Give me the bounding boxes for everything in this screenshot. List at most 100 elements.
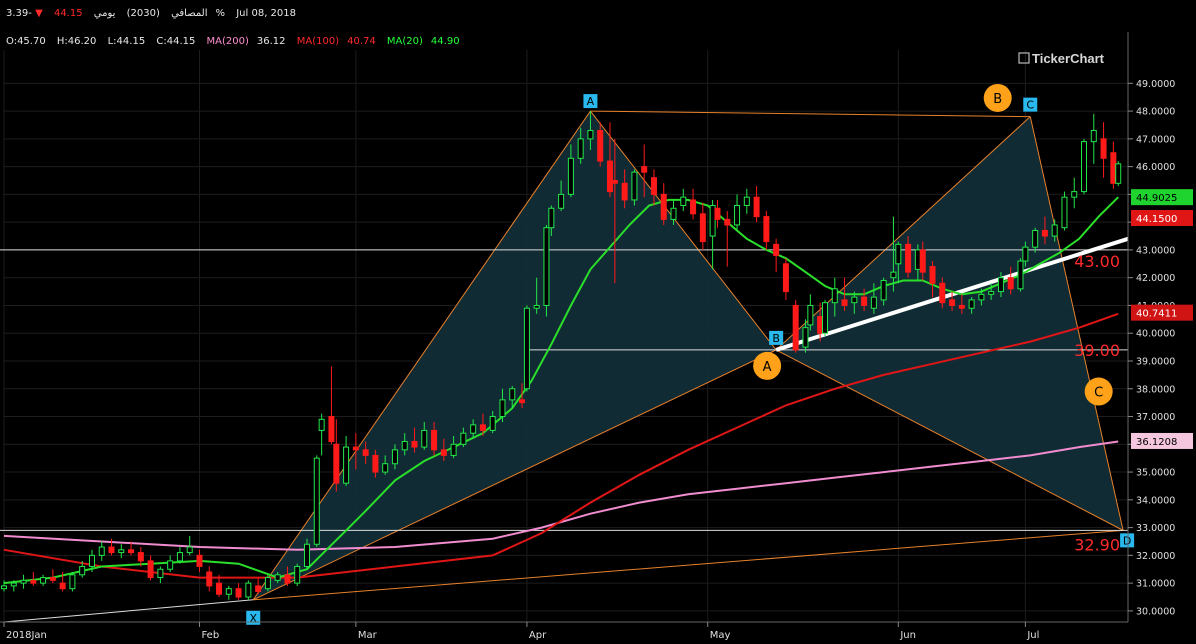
candle-down <box>333 443 340 484</box>
candle-up <box>807 304 814 326</box>
candle-down <box>919 249 926 273</box>
candle-up <box>1081 141 1088 193</box>
candle-up <box>851 296 858 304</box>
candle-down <box>196 554 203 567</box>
ma100-value: 40.74 <box>347 36 376 47</box>
period-label: يومي <box>93 8 116 19</box>
stock-name: المصافي <box>171 8 208 19</box>
ma200-line <box>3 440 1119 551</box>
ma100-label: MA(100) <box>296 36 340 47</box>
candle-up <box>577 138 584 159</box>
candle-up <box>421 429 428 448</box>
candle-up <box>743 196 750 206</box>
candle-down <box>773 243 780 256</box>
candle-down <box>724 218 731 226</box>
x-tick-label: Apr <box>529 630 547 641</box>
candle-down <box>49 577 56 581</box>
candle-down <box>641 166 648 173</box>
candle-down <box>372 454 379 473</box>
abc-label-a: A <box>763 360 772 375</box>
candle-up <box>1051 224 1058 237</box>
candle-up <box>802 327 809 348</box>
target-label: 39.00 <box>1074 341 1120 360</box>
y-tick-label: 37.0000 <box>1136 412 1175 423</box>
high-value: H:46.20 <box>56 36 97 47</box>
candle-up <box>895 243 902 265</box>
candle-up <box>294 565 301 584</box>
down-arrow-icon: ▼ <box>35 8 43 19</box>
candle-up <box>587 130 594 140</box>
candle-down <box>939 282 946 304</box>
candle-up <box>470 424 477 434</box>
y-tick-label: 48.0000 <box>1136 107 1175 118</box>
candle-up <box>567 157 574 195</box>
y-tick-label: 34.0000 <box>1136 495 1175 506</box>
quote-date: Jul 08, 2018 <box>236 8 296 19</box>
candle-up <box>890 271 897 279</box>
candle-down <box>660 193 667 220</box>
candle-down <box>699 213 706 243</box>
candle-up <box>20 579 27 584</box>
candle-down <box>284 574 291 584</box>
stock-code: (2030) <box>126 8 160 19</box>
quote-header: المصافي (2030) يومي 44.15 ▼ -3.39% Jul 0… <box>6 8 304 19</box>
candle-up <box>167 560 174 570</box>
candle-down <box>128 549 135 554</box>
candle-up <box>734 204 741 226</box>
candle-down <box>108 546 115 554</box>
candle-up <box>118 549 125 554</box>
candle-up <box>225 588 232 595</box>
candle-up <box>98 546 105 556</box>
abc-label-b: B <box>993 92 1002 107</box>
close-value: C:44.15 <box>156 36 196 47</box>
y-tick-label: 32.0000 <box>1136 551 1175 562</box>
candle-down <box>611 180 618 184</box>
pattern-ac-line <box>590 110 1031 118</box>
candle-down <box>431 429 438 451</box>
watermark: TickerChart <box>1018 51 1105 66</box>
candle-up <box>509 388 516 401</box>
candle-up <box>69 574 76 590</box>
open-value: O:45.70 <box>6 36 46 47</box>
price-chart[interactable]: X A B C D A B C 43.00 39.00 32.90 49.0000 48.0000 47… <box>0 0 1196 644</box>
candle-down <box>905 243 912 273</box>
x-axis: 2018Jan Feb Mar Apr May Jun Jul <box>0 621 1128 641</box>
y-tick-label: 40.0000 <box>1136 329 1175 340</box>
candle-up <box>186 546 193 554</box>
price-tag-label: 40.7411 <box>1136 309 1177 320</box>
pattern-label-c: C <box>1026 99 1034 112</box>
candle-up <box>460 432 467 445</box>
candle-up <box>274 574 281 581</box>
candle-up <box>709 204 716 237</box>
ma20-value: 44.90 <box>430 36 460 47</box>
last-price: 44.15 <box>53 8 83 19</box>
candle-up <box>997 277 1004 293</box>
x-tick-label: May <box>710 630 731 641</box>
candle-up <box>831 288 838 304</box>
candle-down <box>352 446 359 451</box>
candle-up <box>1061 196 1068 229</box>
y-tick-label: 49.0000 <box>1136 79 1175 90</box>
x-tick-label: Jun <box>899 630 916 641</box>
price-tag-label: 44.9025 <box>1136 193 1177 204</box>
candle-up <box>40 577 47 584</box>
candle-up <box>176 552 183 562</box>
candle-up <box>450 443 457 456</box>
price-tag-label: 36.1208 <box>1136 437 1177 448</box>
candle-down <box>792 304 799 351</box>
candle-up <box>10 582 17 587</box>
target-label: 32.90 <box>1074 535 1120 554</box>
candle-up <box>870 296 877 309</box>
candle-up <box>157 568 164 579</box>
candle-up <box>822 302 829 334</box>
pattern-xab-fill <box>253 111 777 600</box>
candle-down <box>621 182 628 201</box>
pattern-xd-line <box>253 529 1124 601</box>
y-tick-label: 43.0000 <box>1136 245 1175 256</box>
candle-up <box>1017 260 1024 290</box>
candle-down <box>1007 277 1014 290</box>
y-tick-label: 46.0000 <box>1136 162 1175 173</box>
candle-down <box>929 266 936 284</box>
candle-up <box>548 207 555 229</box>
candle-up <box>1 585 7 590</box>
